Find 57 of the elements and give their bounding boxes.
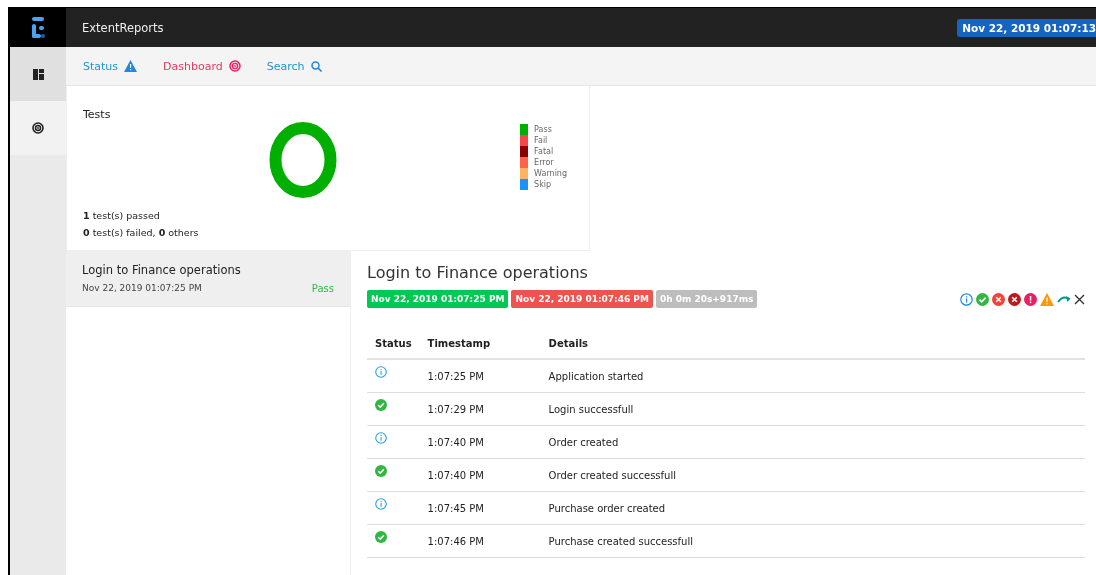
- test-list-item[interactable]: Login to Finance operations Nov 22, 2019 01:07:25 PM Pass: [66, 251, 350, 307]
- dashboard-icon: [32, 68, 44, 80]
- legend-label: Warning: [534, 169, 567, 178]
- table-cell: Order created: [540, 425, 1085, 459]
- redo-arrow-icon[interactable]: [1057, 294, 1071, 304]
- test-title: Login to Finance operations: [367, 263, 589, 282]
- table-cell: Order created successfull: [540, 458, 1085, 492]
- target-icon: [32, 122, 44, 134]
- date-badge: Nov 22, 2019 01:07:13: [957, 18, 1096, 37]
- nav-link[interactable]: Search: [266, 59, 322, 73]
- target-icon: [228, 60, 241, 72]
- legend-label: Fatal: [534, 147, 554, 156]
- logo-icon: [31, 16, 45, 39]
- table-cell: 1:07:25 PM: [419, 359, 541, 393]
- column-header: Details: [540, 332, 1085, 359]
- app-title: ExtentReports: [82, 20, 164, 35]
- time-badge: Nov 22, 2019 01:07:46 PM: [511, 290, 653, 308]
- test-time: Nov 22, 2019 01:07:25 PM: [82, 283, 202, 294]
- legend-label: Fail: [534, 136, 548, 145]
- time-badge: Nov 22, 2019 01:07:25 PM: [367, 290, 509, 308]
- nav-link[interactable]: Status: [83, 59, 138, 73]
- legend-label: Pass: [534, 125, 552, 134]
- table-cell: Login successfull: [540, 392, 1085, 426]
- table-cell: 1:07:45 PM: [419, 491, 541, 525]
- check-icon: [375, 531, 387, 543]
- table-cell: Purchase order created: [540, 491, 1085, 525]
- check-icon[interactable]: [976, 292, 989, 306]
- legend-label: Skip: [534, 180, 552, 189]
- cross-icon[interactable]: [992, 292, 1005, 306]
- cross-icon[interactable]: [1008, 292, 1021, 306]
- table-cell: 1:07:46 PM: [419, 524, 541, 558]
- exclamation-icon[interactable]: [1024, 292, 1037, 306]
- table-cell: Purchase created successfull: [540, 524, 1085, 558]
- column-header: Status: [367, 332, 420, 359]
- check-icon: [375, 399, 387, 411]
- close-icon[interactable]: [1074, 293, 1085, 305]
- card-title: Tests: [83, 108, 112, 121]
- info-icon: [375, 498, 387, 510]
- summary-text: 1 test(s) passed: [83, 210, 161, 221]
- time-badge: 0h 0m 20s+917ms: [655, 290, 758, 308]
- table-cell: 1:07:40 PM: [419, 458, 541, 492]
- info-icon[interactable]: [960, 292, 973, 306]
- info-icon: [375, 432, 387, 444]
- table-cell: 1:07:29 PM: [419, 392, 541, 426]
- nav-link[interactable]: Dashboard: [163, 59, 241, 73]
- warning-icon: [124, 60, 138, 72]
- check-icon: [375, 465, 387, 477]
- info-icon: [375, 366, 387, 378]
- sidebar-item[interactable]: [10, 47, 66, 101]
- table-cell: Application started: [540, 359, 1085, 393]
- legend-label: Error: [534, 158, 554, 167]
- test-status: Pass: [311, 283, 334, 294]
- test-name: Login to Finance operations: [82, 263, 242, 277]
- search-icon: [310, 60, 322, 72]
- table-cell: 1:07:40 PM: [419, 425, 541, 459]
- summary-text: 0 test(s) failed, 0 others: [83, 227, 200, 238]
- column-header: Timestamp: [419, 332, 541, 359]
